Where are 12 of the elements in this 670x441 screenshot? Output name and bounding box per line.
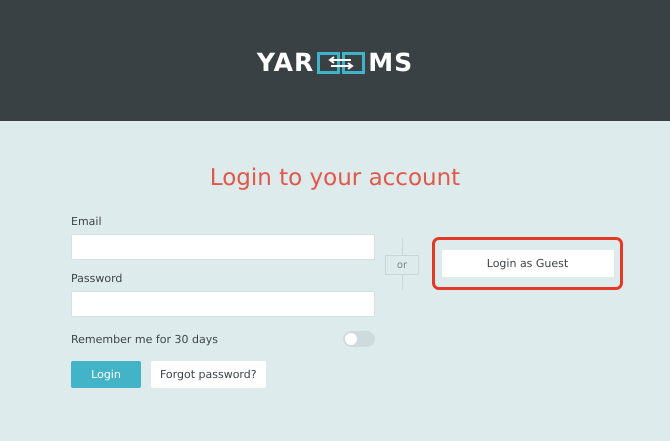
field-label: Email (71, 215, 103, 229)
guest-login-button[interactable]: Login as Guest (442, 250, 614, 277)
input-field[interactable] (71, 291, 375, 317)
logo-text: MS (368, 48, 414, 77)
remember-label: Remember me for 30 days (71, 332, 218, 346)
toggle-switch[interactable] (343, 331, 375, 347)
logo-link-icon (317, 52, 366, 74)
logo-text: YAR (256, 48, 314, 77)
page-title: Login to your account (208, 164, 462, 193)
forgot-password-button[interactable]: Forgot password? (151, 361, 266, 388)
input-field[interactable] (71, 234, 375, 260)
field-label: Password (71, 272, 124, 286)
